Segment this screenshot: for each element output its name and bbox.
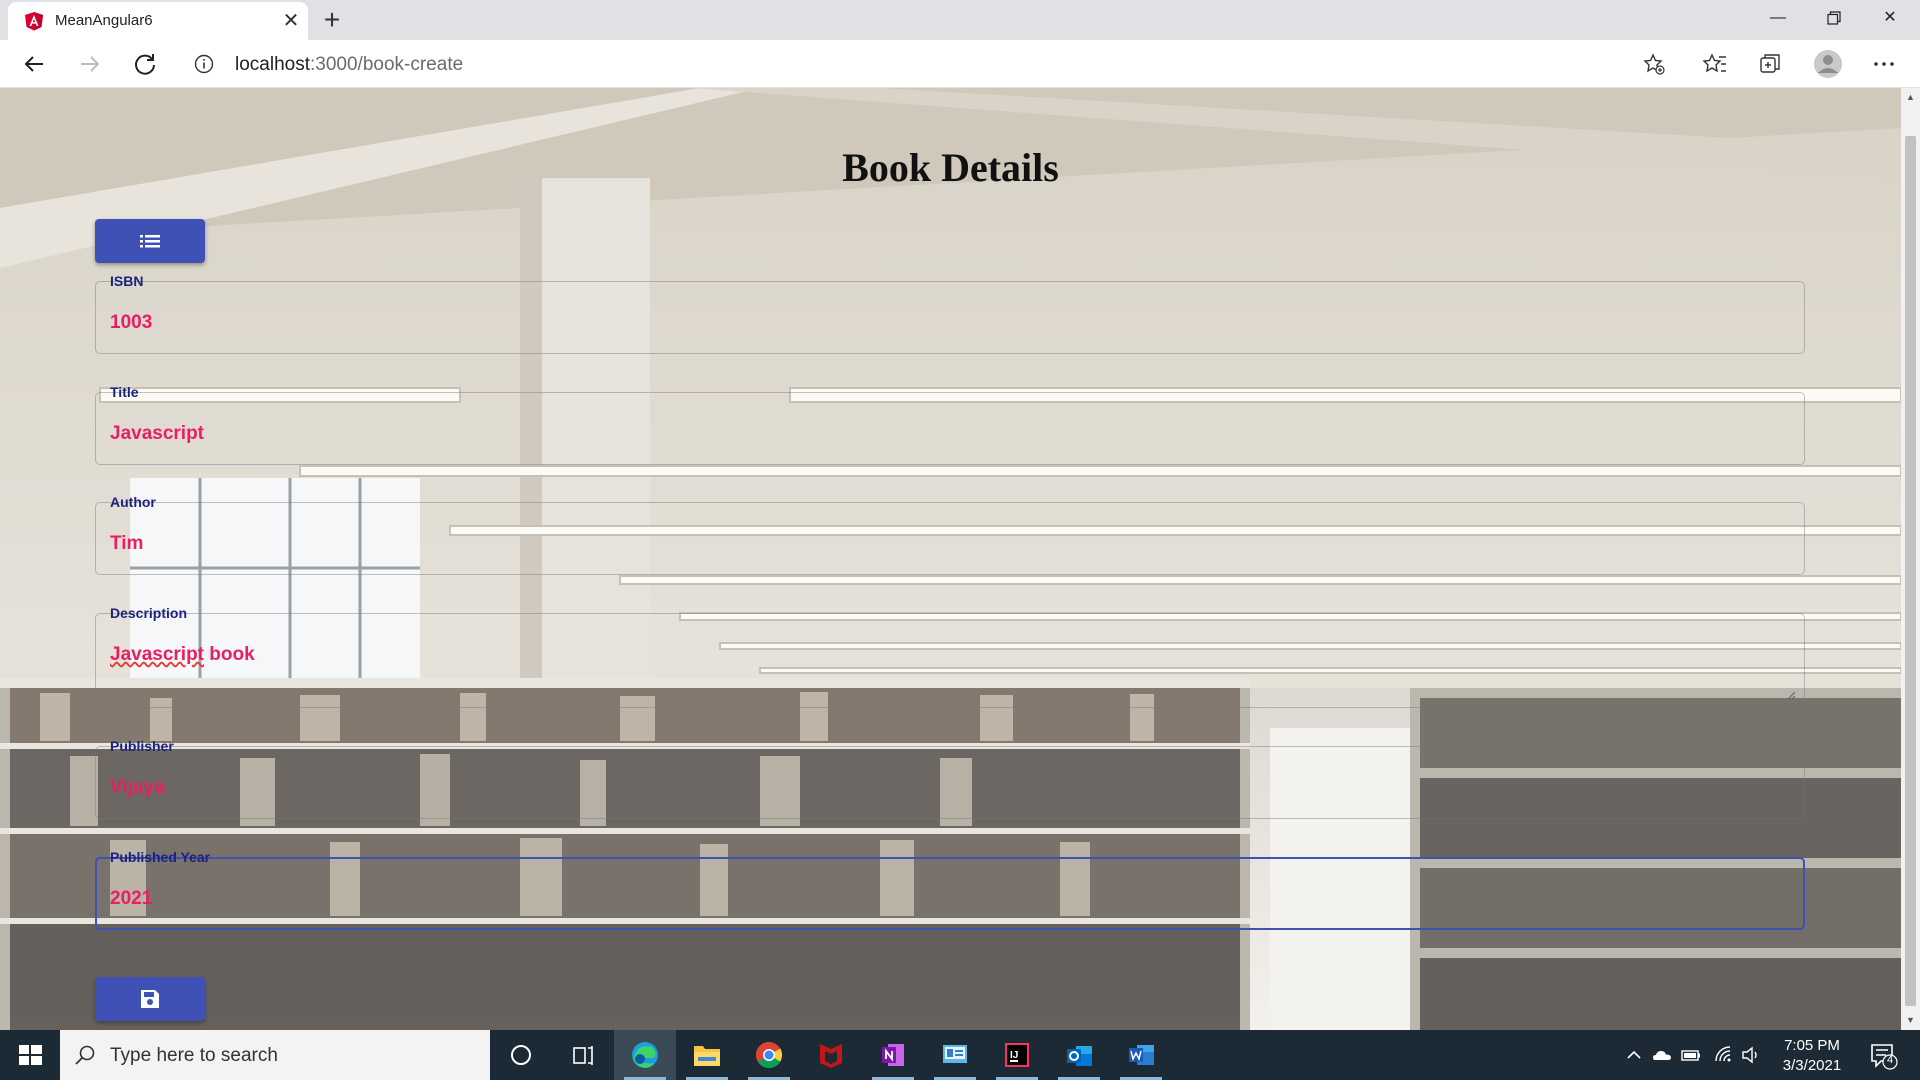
publisher-field[interactable]: Publisher Vijaya: [95, 738, 1805, 819]
page-title: Book Details: [842, 145, 1059, 190]
browser-toolbar: localhost:3000/book-create: [0, 40, 1920, 88]
windows-icon[interactable]: [0, 1030, 60, 1080]
clock-date: 3/3/2021: [1782, 1057, 1842, 1074]
description-field[interactable]: Description Javascript book: [95, 605, 1805, 708]
onedrive-icon[interactable]: [1651, 1044, 1673, 1066]
save-icon: [141, 990, 159, 1008]
vertical-scrollbar[interactable]: ▲ ▼: [1901, 88, 1920, 1030]
publisher-value: Vijaya: [110, 777, 165, 798]
scroll-up-icon[interactable]: ▲: [1905, 92, 1916, 103]
chevron-up-icon[interactable]: [1623, 1044, 1645, 1066]
mcafee-icon[interactable]: [800, 1030, 862, 1080]
resize-handle-icon[interactable]: [1784, 687, 1796, 700]
close-tab-icon[interactable]: ✕: [280, 10, 302, 32]
wifi-icon[interactable]: [1713, 1044, 1735, 1066]
svg-text:IJ: IJ: [1010, 1050, 1018, 1061]
title-value: Javascript: [110, 423, 205, 444]
url-path: :3000/book-create: [310, 54, 464, 75]
task-view-icon[interactable]: [552, 1030, 614, 1080]
intellij-icon[interactable]: IJ: [986, 1030, 1048, 1080]
forward-icon[interactable]: [72, 46, 108, 82]
clock-time: 7:05 PM: [1784, 1037, 1840, 1054]
profile-icon[interactable]: [1810, 46, 1846, 82]
published-year-value: 2021: [110, 888, 153, 909]
description-value-rest: book: [204, 644, 255, 665]
new-tab-icon[interactable]: +: [316, 6, 348, 34]
control-panel-icon[interactable]: [924, 1030, 986, 1080]
title-label: Title: [110, 384, 139, 400]
system-clock[interactable]: 7:05 PM 3/3/2021: [1762, 1036, 1862, 1076]
search-placeholder: Type here to search: [110, 1045, 278, 1066]
windows-taskbar: Type here to search IJ 7:05 PM 3/3/2021 …: [0, 1030, 1920, 1080]
scroll-down-icon[interactable]: ▼: [1905, 1015, 1916, 1026]
battery-icon[interactable]: [1680, 1044, 1702, 1066]
word-icon[interactable]: [1110, 1030, 1172, 1080]
chrome-icon[interactable]: [738, 1030, 800, 1080]
description-misspelled-word: Javascript: [110, 644, 205, 665]
info-icon[interactable]: [194, 54, 214, 74]
file-explorer-icon[interactable]: [676, 1030, 738, 1080]
isbn-value: 1003: [110, 312, 153, 333]
close-window-icon[interactable]: ✕: [1862, 0, 1918, 36]
scroll-thumb[interactable]: [1905, 136, 1916, 1006]
notifications-icon[interactable]: 4: [1866, 1040, 1900, 1072]
search-icon: [74, 1044, 96, 1066]
description-label: Description: [110, 605, 188, 621]
refresh-icon[interactable]: [127, 46, 163, 82]
publisher-label: Publisher: [110, 738, 174, 754]
restore-icon[interactable]: [1806, 0, 1862, 36]
address-bar[interactable]: localhost:3000/book-create: [180, 45, 1680, 83]
save-button[interactable]: [95, 977, 205, 1021]
back-icon[interactable]: [16, 46, 52, 82]
description-value: Javascript book: [110, 644, 255, 666]
isbn-field[interactable]: ISBN 1003: [95, 273, 1805, 354]
published-year-field[interactable]: Published Year 2021: [95, 849, 1805, 930]
minimize-icon[interactable]: —: [1750, 0, 1806, 36]
onenote-icon[interactable]: [862, 1030, 924, 1080]
url-host: localhost: [235, 54, 310, 75]
browser-tab[interactable]: MeanAngular6 ✕: [8, 2, 308, 40]
author-value: Tim: [110, 533, 144, 554]
outlook-icon[interactable]: [1048, 1030, 1110, 1080]
add-favorite-icon[interactable]: [1643, 53, 1665, 75]
favorites-icon[interactable]: [1697, 46, 1733, 82]
taskbar-search-box[interactable]: Type here to search: [60, 1030, 490, 1080]
angular-icon: [24, 11, 44, 31]
author-label: Author: [110, 494, 156, 510]
page-content: Book Details ISBN 1003 Title Javascript …: [0, 88, 1901, 1030]
edge-icon[interactable]: [614, 1030, 676, 1080]
author-field[interactable]: Author Tim: [95, 494, 1805, 575]
url-text: localhost:3000/book-create: [235, 54, 463, 76]
isbn-label: ISBN: [110, 273, 144, 289]
collections-icon[interactable]: [1752, 46, 1788, 82]
list-icon: [140, 235, 160, 248]
published-year-label: Published Year: [110, 849, 211, 865]
book-list-button[interactable]: [95, 219, 205, 263]
title-field[interactable]: Title Javascript: [95, 384, 1805, 465]
tab-title: MeanAngular6: [55, 12, 153, 29]
notification-count: 4: [1886, 1054, 1894, 1066]
cortana-icon[interactable]: [490, 1030, 552, 1080]
volume-icon[interactable]: [1740, 1044, 1762, 1066]
browser-titlebar: MeanAngular6 ✕ + — ✕: [0, 0, 1920, 40]
more-icon[interactable]: [1866, 46, 1902, 82]
